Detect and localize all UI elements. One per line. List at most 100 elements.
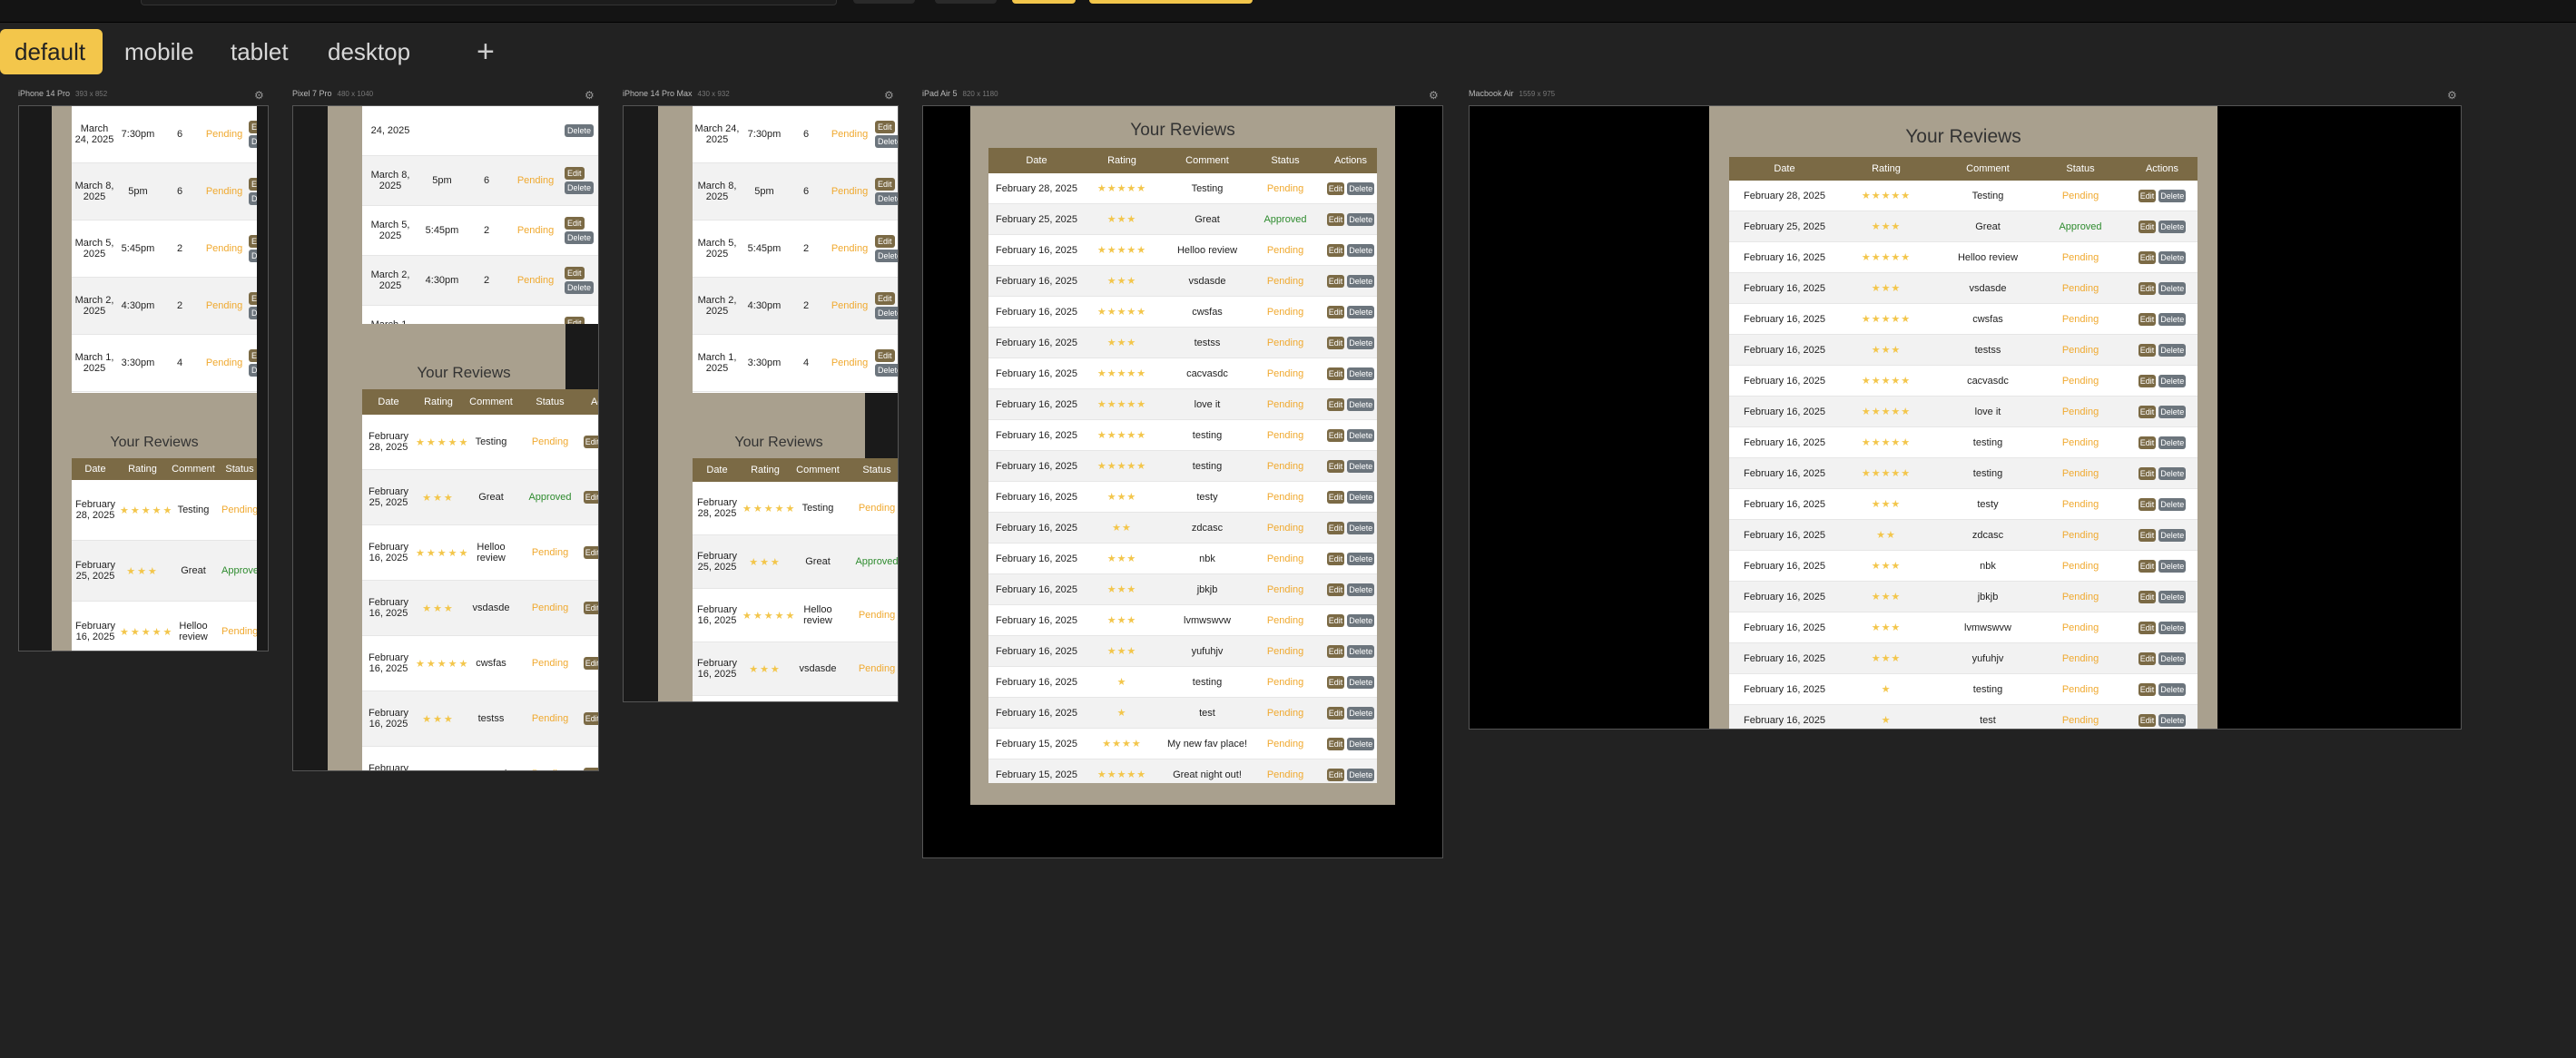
edit-button[interactable]: Edit bbox=[875, 349, 895, 362]
edit-button[interactable]: Edit bbox=[2138, 528, 2157, 542]
edit-button[interactable]: Edit bbox=[1326, 181, 1345, 195]
delete-button[interactable]: Delete bbox=[249, 250, 257, 262]
delete-button[interactable]: Delete bbox=[2158, 374, 2187, 387]
delete-button[interactable]: Delete bbox=[2158, 312, 2187, 326]
delete-button[interactable]: Delete bbox=[2158, 281, 2187, 295]
edit-button[interactable]: Edit bbox=[1326, 490, 1345, 504]
edit-button[interactable]: Edit bbox=[1326, 428, 1345, 442]
delete-button[interactable]: Delete bbox=[1347, 644, 1375, 658]
edit-button[interactable]: Edit bbox=[583, 768, 598, 770]
edit-button[interactable]: Edit bbox=[2138, 220, 2157, 233]
edit-button[interactable]: Edit bbox=[1326, 521, 1345, 534]
edit-button[interactable]: Edit bbox=[2138, 651, 2157, 665]
delete-button[interactable]: Delete bbox=[249, 307, 257, 319]
gear-icon[interactable]: ⚙ bbox=[1429, 89, 1439, 102]
edit-button[interactable]: Edit bbox=[1326, 583, 1345, 596]
tab-tablet[interactable]: tablet bbox=[216, 29, 314, 74]
edit-button[interactable]: Edit bbox=[1326, 644, 1345, 658]
delete-button[interactable]: Delete bbox=[1347, 336, 1375, 349]
delete-button[interactable]: Delete bbox=[249, 192, 257, 205]
add-tab-button[interactable]: + bbox=[462, 29, 507, 74]
toolbar-accent-button[interactable] bbox=[1089, 0, 1253, 4]
delete-button[interactable]: Delete bbox=[1347, 521, 1375, 534]
delete-button[interactable]: Delete bbox=[2158, 559, 2187, 573]
delete-button[interactable]: Delete bbox=[2158, 343, 2187, 357]
edit-button[interactable]: Edit bbox=[1326, 367, 1345, 380]
delete-button[interactable]: Delete bbox=[1347, 428, 1375, 442]
address-bar[interactable] bbox=[141, 0, 837, 5]
delete-button[interactable]: Delete bbox=[875, 250, 898, 262]
delete-button[interactable]: Delete bbox=[2158, 497, 2187, 511]
delete-button[interactable]: Delete bbox=[2158, 621, 2187, 634]
edit-button[interactable]: Edit bbox=[249, 178, 257, 191]
gear-icon[interactable]: ⚙ bbox=[585, 89, 595, 102]
edit-button[interactable]: Edit bbox=[565, 267, 585, 279]
edit-button[interactable]: Edit bbox=[1326, 336, 1345, 349]
edit-button[interactable]: Edit bbox=[583, 546, 598, 559]
edit-button[interactable]: Edit bbox=[875, 235, 895, 248]
edit-button[interactable]: Edit bbox=[2138, 343, 2157, 357]
delete-button[interactable]: Delete bbox=[1347, 459, 1375, 473]
delete-button[interactable]: Delete bbox=[2158, 651, 2187, 665]
delete-button[interactable]: Delete bbox=[875, 192, 898, 205]
edit-button[interactable]: Edit bbox=[1326, 675, 1345, 689]
delete-button[interactable]: Delete bbox=[1347, 212, 1375, 226]
delete-button[interactable]: Delete bbox=[1347, 274, 1375, 288]
delete-button[interactable]: Delete bbox=[1347, 243, 1375, 257]
edit-button[interactable]: Edit bbox=[565, 317, 585, 324]
edit-button[interactable]: Edit bbox=[1326, 737, 1345, 750]
delete-button[interactable]: Delete bbox=[1347, 706, 1375, 720]
edit-button[interactable]: Edit bbox=[583, 657, 598, 670]
edit-button[interactable]: Edit bbox=[875, 121, 895, 133]
edit-button[interactable]: Edit bbox=[565, 167, 585, 180]
edit-button[interactable]: Edit bbox=[583, 602, 598, 614]
edit-button[interactable]: Edit bbox=[1326, 243, 1345, 257]
edit-button[interactable]: Edit bbox=[2138, 497, 2157, 511]
delete-button[interactable]: Delete bbox=[2158, 682, 2187, 696]
tab-desktop[interactable]: desktop bbox=[313, 29, 431, 74]
edit-button[interactable]: Edit bbox=[1326, 706, 1345, 720]
edit-button[interactable]: Edit bbox=[249, 349, 257, 362]
edit-button[interactable]: Edit bbox=[249, 292, 257, 305]
delete-button[interactable]: Delete bbox=[2158, 528, 2187, 542]
delete-button[interactable]: Delete bbox=[565, 124, 595, 137]
delete-button[interactable]: Delete bbox=[1347, 613, 1375, 627]
delete-button[interactable]: Delete bbox=[1347, 490, 1375, 504]
delete-button[interactable]: Delete bbox=[1347, 737, 1375, 750]
delete-button[interactable]: Delete bbox=[1347, 768, 1375, 781]
edit-button[interactable]: Edit bbox=[875, 178, 895, 191]
edit-button[interactable]: Edit bbox=[1326, 305, 1345, 318]
tab-default[interactable]: default bbox=[0, 29, 103, 74]
edit-button[interactable]: Edit bbox=[249, 121, 257, 133]
edit-button[interactable]: Edit bbox=[2138, 713, 2157, 727]
delete-button[interactable]: Delete bbox=[1347, 552, 1375, 565]
delete-button[interactable]: Delete bbox=[2158, 590, 2187, 603]
delete-button[interactable]: Delete bbox=[1347, 675, 1375, 689]
edit-button[interactable]: Edit bbox=[2138, 312, 2157, 326]
edit-button[interactable]: Edit bbox=[1326, 274, 1345, 288]
edit-button[interactable]: Edit bbox=[2138, 405, 2157, 418]
toolbar-button[interactable] bbox=[935, 0, 997, 4]
delete-button[interactable]: Delete bbox=[249, 135, 257, 148]
edit-button[interactable]: Edit bbox=[583, 712, 598, 725]
delete-button[interactable]: Delete bbox=[2158, 713, 2187, 727]
delete-button[interactable]: Delete bbox=[2158, 436, 2187, 449]
edit-button[interactable]: Edit bbox=[565, 217, 585, 230]
delete-button[interactable]: Delete bbox=[1347, 397, 1375, 411]
edit-button[interactable]: Edit bbox=[2138, 621, 2157, 634]
delete-button[interactable]: Delete bbox=[2158, 250, 2187, 264]
edit-button[interactable]: Edit bbox=[2138, 559, 2157, 573]
edit-button[interactable]: Edit bbox=[2138, 281, 2157, 295]
tab-mobile[interactable]: mobile bbox=[110, 29, 217, 74]
delete-button[interactable]: Delete bbox=[875, 307, 898, 319]
edit-button[interactable]: Edit bbox=[875, 292, 895, 305]
gear-icon[interactable]: ⚙ bbox=[2447, 89, 2457, 102]
edit-button[interactable]: Edit bbox=[583, 436, 598, 448]
delete-button[interactable]: Delete bbox=[1347, 305, 1375, 318]
gear-icon[interactable]: ⚙ bbox=[884, 89, 894, 102]
edit-button[interactable]: Edit bbox=[2138, 590, 2157, 603]
toolbar-accent-button[interactable] bbox=[1012, 0, 1076, 4]
gear-icon[interactable]: ⚙ bbox=[254, 89, 264, 102]
edit-button[interactable]: Edit bbox=[1326, 397, 1345, 411]
edit-button[interactable]: Edit bbox=[2138, 682, 2157, 696]
